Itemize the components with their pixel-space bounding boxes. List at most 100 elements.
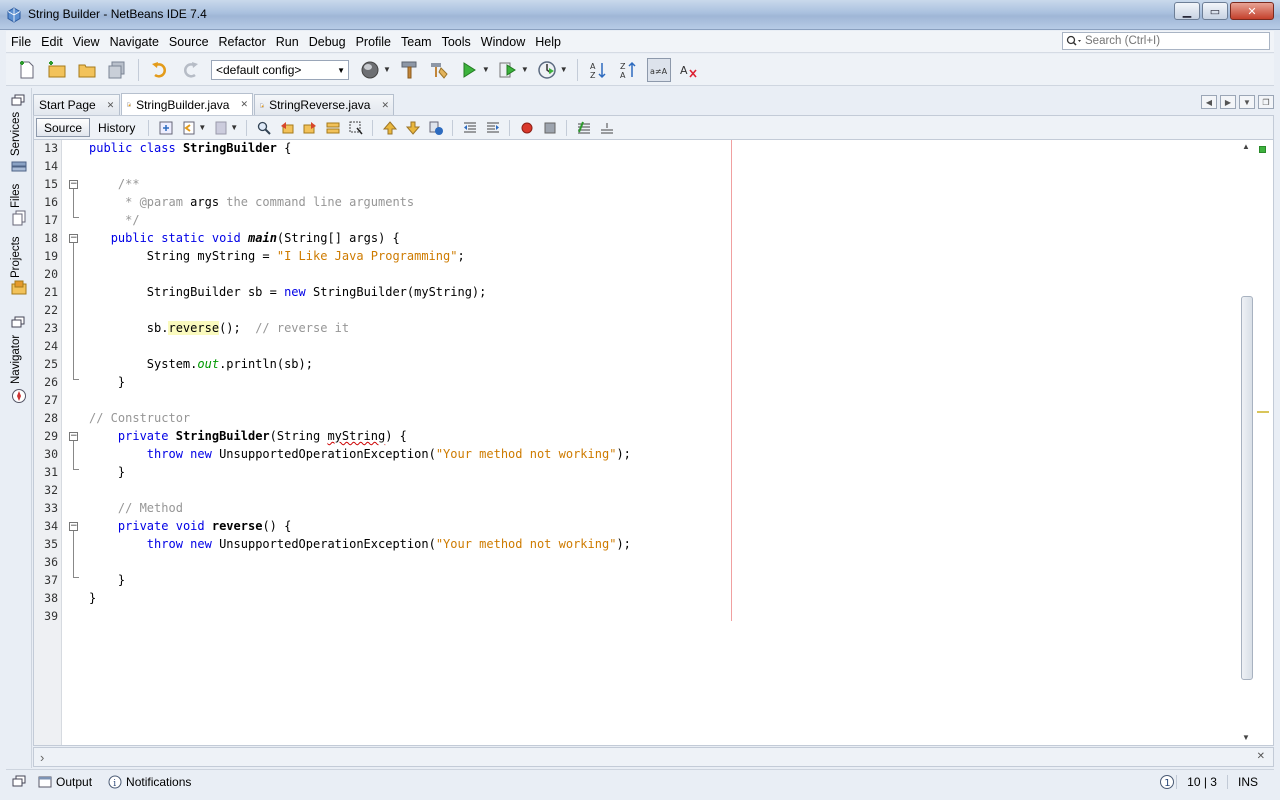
notifications-tab[interactable]: i Notifications bbox=[102, 772, 197, 792]
code-line[interactable]: 39 bbox=[34, 607, 1273, 625]
search-input[interactable] bbox=[1085, 35, 1265, 47]
clear-format-icon[interactable]: A bbox=[677, 58, 701, 82]
next-bookmark-icon[interactable] bbox=[404, 119, 422, 137]
config-select[interactable]: <default config> ▼ bbox=[211, 59, 349, 80]
stop-macro-icon[interactable] bbox=[541, 119, 559, 137]
code-line[interactable]: 21 StringBuilder sb = new StringBuilder(… bbox=[34, 283, 1273, 301]
menu-tools[interactable]: Tools bbox=[437, 31, 476, 53]
code-line[interactable]: 18 − public static void main(String[] arg… bbox=[34, 229, 1273, 247]
code-line[interactable]: 24 bbox=[34, 337, 1273, 355]
code-editor[interactable]: 13 public class StringBuilder {14 15− /** 1… bbox=[33, 139, 1274, 746]
menu-edit[interactable]: Edit bbox=[36, 31, 68, 53]
code-text[interactable]: public class StringBuilder { bbox=[89, 140, 291, 157]
scroll-down-icon[interactable]: ▼ bbox=[1242, 733, 1250, 742]
chevron-down-icon[interactable]: ▼ bbox=[560, 65, 568, 74]
code-line[interactable]: 20 bbox=[34, 265, 1273, 283]
code-line[interactable]: 38} bbox=[34, 589, 1273, 607]
search-icon[interactable] bbox=[1063, 33, 1085, 49]
output-tab[interactable]: Output bbox=[32, 772, 98, 792]
code-text[interactable]: */ bbox=[89, 211, 139, 229]
close-icon[interactable]: ✕ bbox=[107, 100, 115, 111]
scroll-tabs-right-icon[interactable]: ▶ bbox=[1220, 95, 1236, 109]
sort-za-icon[interactable]: ZA bbox=[617, 58, 641, 82]
find-previous-icon[interactable] bbox=[278, 119, 296, 137]
fold-toggle-icon[interactable]: − bbox=[69, 234, 78, 243]
previous-bookmark-icon[interactable] bbox=[381, 119, 399, 137]
menu-window[interactable]: Window bbox=[476, 31, 530, 53]
back-icon[interactable] bbox=[180, 119, 198, 137]
restore-window-icon[interactable]: ❐ bbox=[1258, 95, 1274, 109]
globe-icon[interactable] bbox=[358, 58, 382, 82]
code-text[interactable]: } bbox=[89, 463, 125, 481]
code-text[interactable]: throw new UnsupportedOperationException(… bbox=[89, 445, 631, 463]
find-selection-icon[interactable] bbox=[324, 119, 342, 137]
code-line[interactable]: 25 System.out.println(sb); bbox=[34, 355, 1273, 373]
save-all-icon[interactable] bbox=[105, 58, 129, 82]
tab-list-dropdown-icon[interactable]: ▼ bbox=[1239, 95, 1255, 109]
menu-source[interactable]: Source bbox=[164, 31, 214, 53]
menu-navigate[interactable]: Navigate bbox=[105, 31, 164, 53]
code-line[interactable]: 26 } bbox=[34, 373, 1273, 391]
code-line[interactable]: 13 public class StringBuilder { bbox=[34, 140, 1273, 157]
code-text[interactable]: } bbox=[89, 373, 125, 391]
find-next-icon[interactable] bbox=[301, 119, 319, 137]
open-project-icon[interactable] bbox=[75, 58, 99, 82]
last-edit-icon[interactable] bbox=[157, 119, 175, 137]
code-line[interactable]: 16 * @param args the command line argume… bbox=[34, 193, 1273, 211]
vertical-scrollbar[interactable]: ▲ ▼ bbox=[1239, 140, 1255, 745]
code-line[interactable]: 29 − private StringBuilder(String myStrin… bbox=[34, 427, 1273, 445]
new-project-icon[interactable] bbox=[45, 58, 69, 82]
menu-debug[interactable]: Debug bbox=[304, 31, 351, 53]
restore-window-icon[interactable] bbox=[12, 775, 28, 789]
code-line[interactable]: 17 */ bbox=[34, 211, 1273, 229]
code-line[interactable]: 19 String myString = "I Like Java Progra… bbox=[34, 247, 1273, 265]
sort-az-icon[interactable]: AZ bbox=[587, 58, 611, 82]
maximize-button[interactable]: ▭ bbox=[1202, 2, 1228, 20]
occurrence-marker[interactable] bbox=[1257, 411, 1269, 413]
close-button[interactable]: ✕ bbox=[1230, 2, 1274, 20]
side-tab-services[interactable]: Services bbox=[10, 112, 22, 156]
menu-run[interactable]: Run bbox=[271, 31, 304, 53]
code-text[interactable]: } bbox=[89, 571, 125, 589]
code-text[interactable]: System.out.println(sb); bbox=[89, 355, 313, 373]
debug-icon[interactable] bbox=[496, 58, 520, 82]
code-line[interactable]: 36 bbox=[34, 553, 1273, 571]
code-line[interactable]: 35 throw new UnsupportedOperationExcepti… bbox=[34, 535, 1273, 553]
new-file-icon[interactable] bbox=[15, 58, 39, 82]
chevron-down-icon[interactable]: ▼ bbox=[230, 123, 238, 132]
code-text[interactable]: * @param args the command line arguments bbox=[89, 193, 414, 211]
code-text[interactable]: } bbox=[89, 589, 96, 607]
search-box[interactable] bbox=[1062, 32, 1270, 50]
chevron-down-icon[interactable]: ▼ bbox=[521, 65, 529, 74]
side-tab-navigator[interactable]: Navigator bbox=[10, 335, 22, 384]
profile-icon[interactable] bbox=[535, 58, 559, 82]
code-line[interactable]: 23 sb.reverse(); // reverse it bbox=[34, 319, 1273, 337]
code-line[interactable]: 22 bbox=[34, 301, 1273, 319]
code-line[interactable]: 28 // Constructor bbox=[34, 409, 1273, 427]
tab-stringreverse-java[interactable]: StringReverse.java ✕ bbox=[254, 94, 394, 115]
clean-build-icon[interactable] bbox=[427, 58, 451, 82]
code-text[interactable]: sb.reverse(); // reverse it bbox=[89, 319, 349, 337]
build-hammer-icon[interactable] bbox=[397, 58, 421, 82]
menu-team[interactable]: Team bbox=[396, 31, 437, 53]
chevron-down-icon[interactable]: ▼ bbox=[383, 65, 391, 74]
code-lines[interactable]: 13 public class StringBuilder {14 15− /** 1… bbox=[34, 140, 1273, 625]
error-stripe[interactable] bbox=[1257, 140, 1269, 745]
redo-icon[interactable] bbox=[178, 58, 202, 82]
no-errors-indicator[interactable] bbox=[1259, 146, 1266, 153]
code-text[interactable]: public static void main(String[] args) { bbox=[89, 229, 400, 247]
code-line[interactable]: 14 bbox=[34, 157, 1273, 175]
restore-window-icon[interactable] bbox=[11, 316, 27, 330]
toggle-highlight-icon[interactable] bbox=[347, 119, 365, 137]
code-text[interactable]: // Constructor bbox=[89, 409, 190, 427]
tab-start-page[interactable]: Start Page ✕ bbox=[33, 94, 120, 115]
record-macro-icon[interactable] bbox=[518, 119, 536, 137]
fold-toggle-icon[interactable]: − bbox=[69, 432, 78, 441]
code-line[interactable]: 15 − /** bbox=[34, 175, 1273, 193]
code-text[interactable]: StringBuilder sb = new StringBuilder(myS… bbox=[89, 283, 487, 301]
tab-stringbuilder-java[interactable]: StringBuilder.java ✕ bbox=[121, 93, 253, 115]
code-line[interactable]: 33 // Method bbox=[34, 499, 1273, 517]
menu-profile[interactable]: Profile bbox=[351, 31, 396, 53]
history-button[interactable]: History bbox=[90, 118, 143, 137]
forward-icon[interactable] bbox=[212, 119, 230, 137]
